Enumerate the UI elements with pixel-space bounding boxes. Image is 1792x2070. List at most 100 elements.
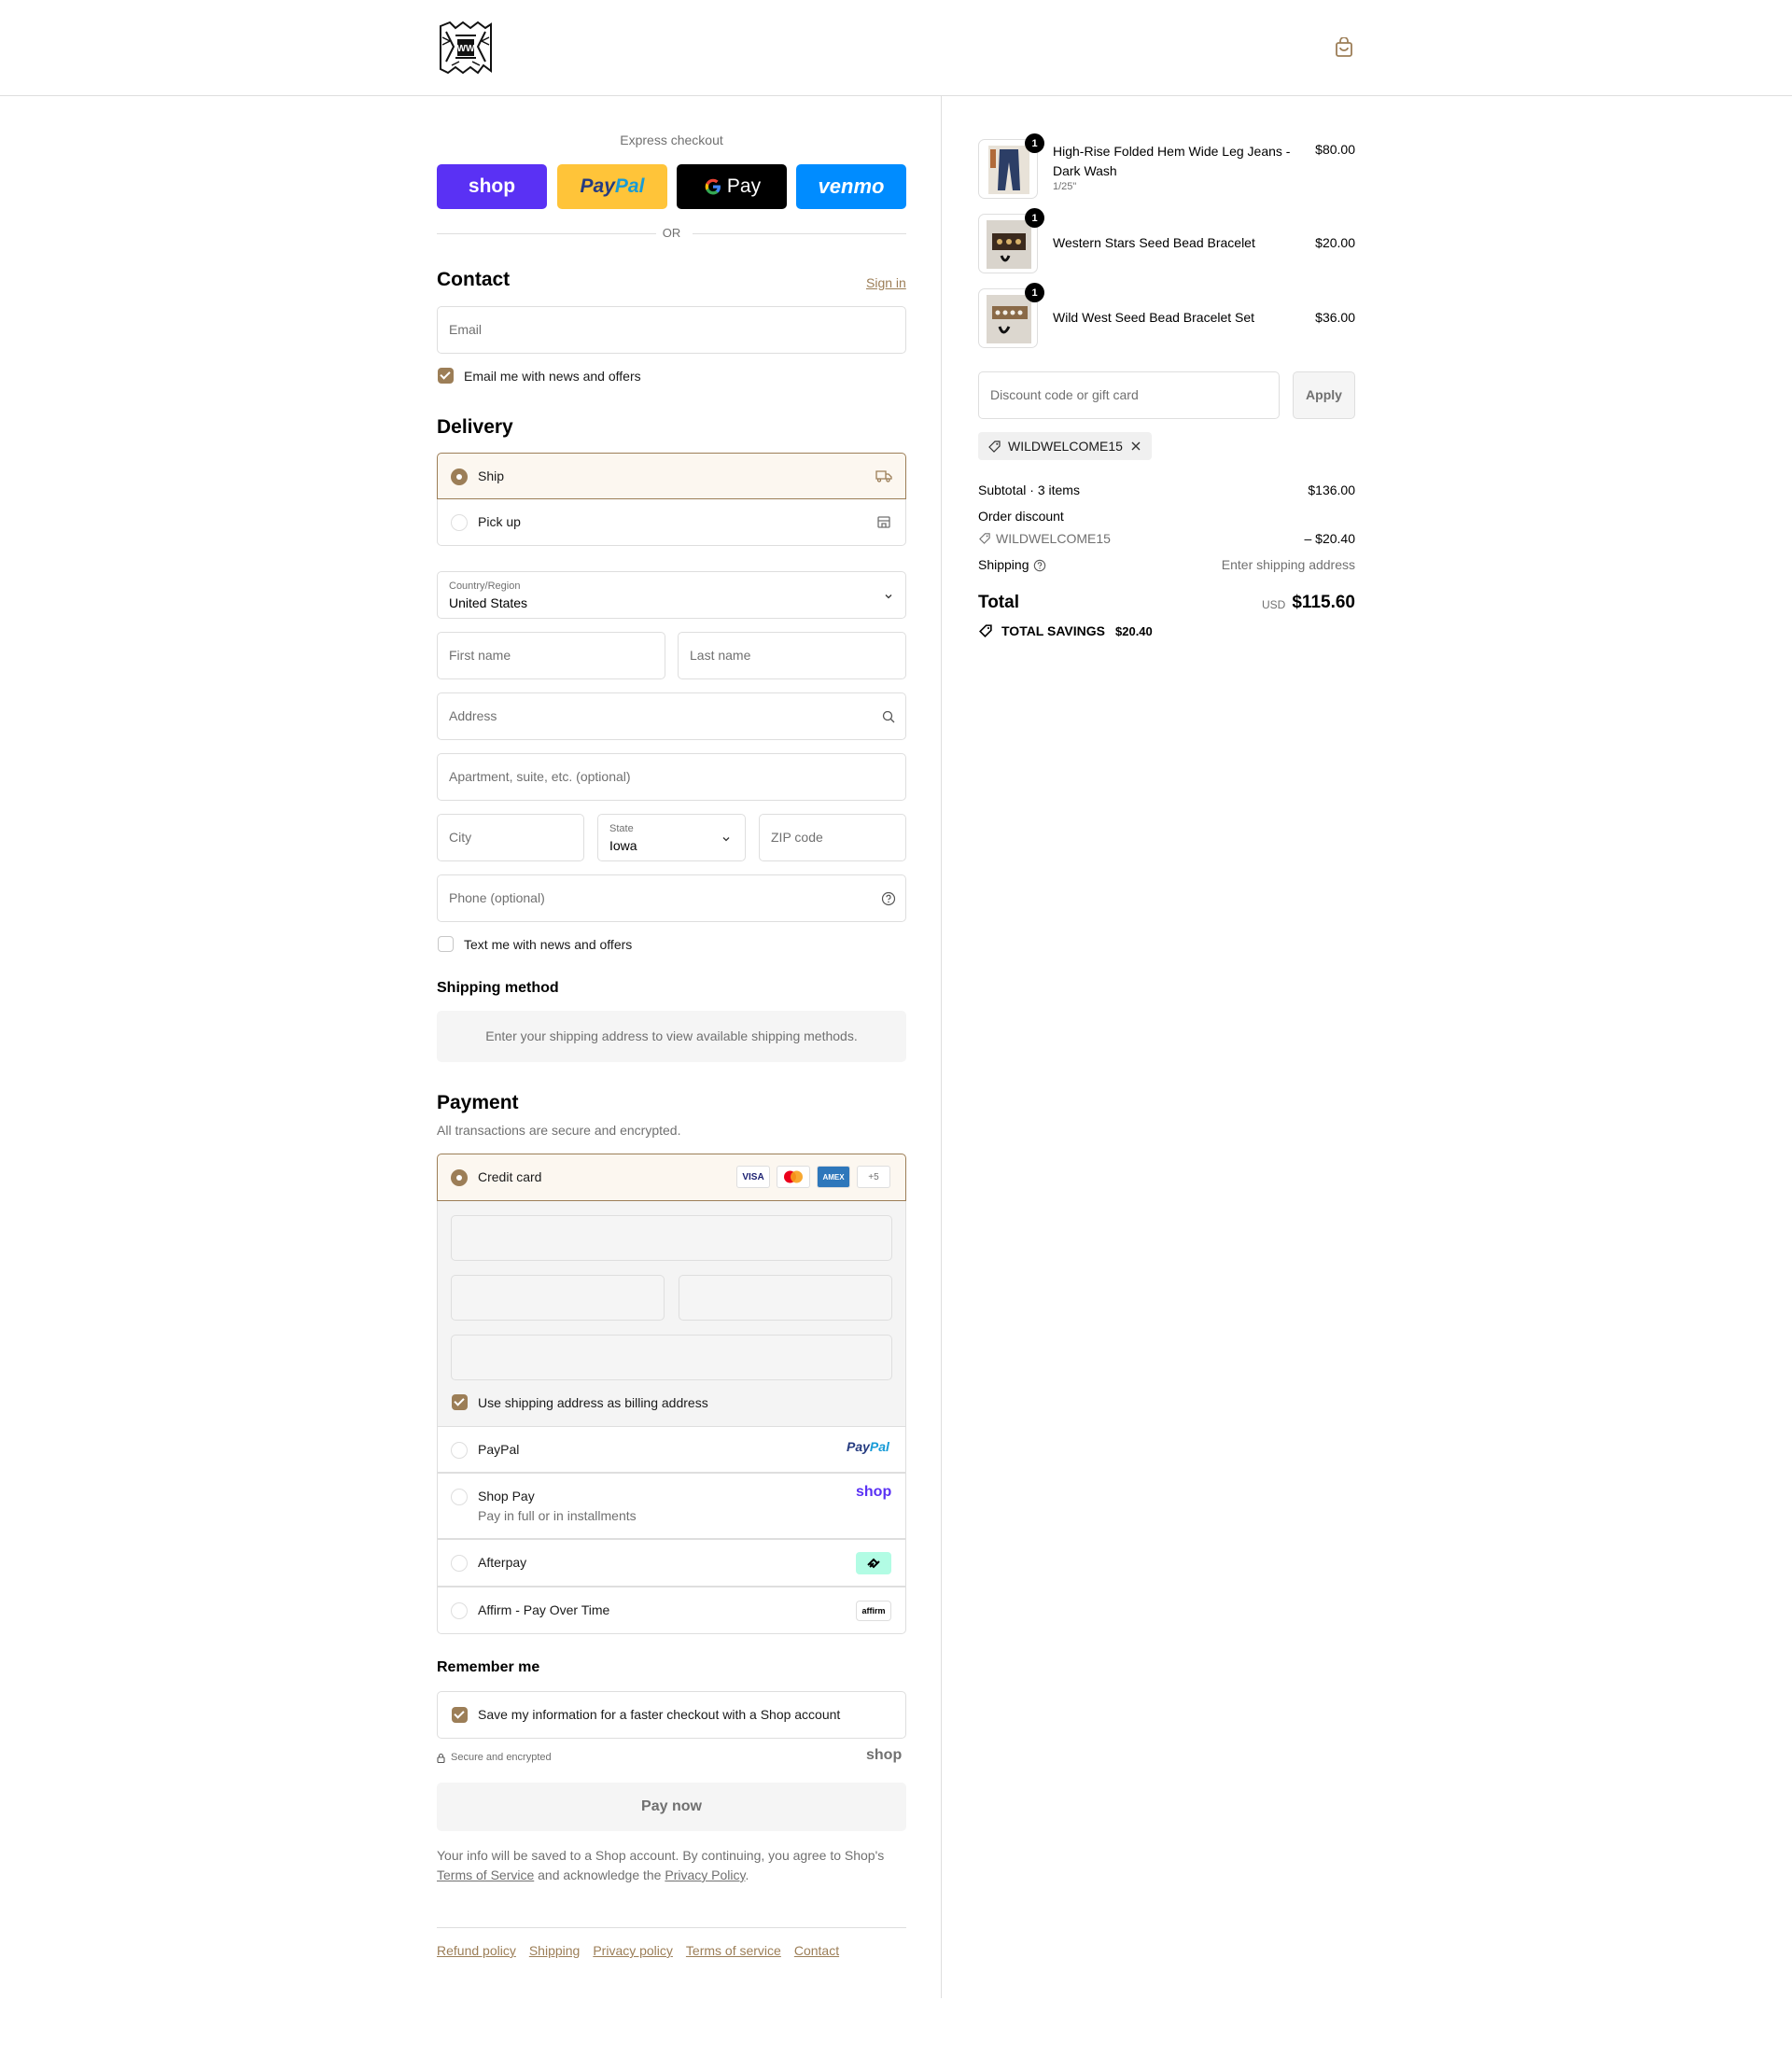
legal-line: Your info will be saved to a Shop accoun… — [437, 1848, 885, 1863]
email-news-label: Email me with news and offers — [464, 369, 641, 384]
more-cards-badge: +5 — [857, 1166, 890, 1188]
paypal-option-label: PayPal — [478, 1442, 520, 1457]
sign-in-link[interactable]: Sign in — [866, 275, 906, 290]
state-label: State — [609, 823, 634, 834]
header: WW — [0, 0, 1792, 96]
credit-card-radio[interactable] — [451, 1169, 468, 1186]
payment-heading: Payment — [437, 1092, 519, 1113]
privacy-policy-link[interactable]: Privacy Policy — [665, 1867, 745, 1882]
or-divider-left — [437, 233, 656, 234]
affirm-option[interactable]: Affirm - Pay Over Time affirm — [437, 1587, 906, 1634]
card-cvv-field[interactable] — [679, 1275, 892, 1321]
tag-icon — [979, 533, 990, 544]
ship-radio[interactable] — [451, 469, 468, 485]
pay-now-button[interactable]: Pay now — [437, 1783, 906, 1831]
afterpay-option[interactable]: Afterpay — [437, 1539, 906, 1587]
first-name-field[interactable]: First name — [437, 632, 665, 679]
savings-tag-icon — [979, 624, 992, 637]
text-news-checkbox[interactable] — [438, 936, 454, 952]
express-checkout-title: Express checkout — [620, 133, 723, 147]
discount-code-line: WILDWELCOME15 — [996, 531, 1111, 546]
email-news-checkbox[interactable] — [438, 368, 454, 384]
save-info-label: Save my information for a faster checkou… — [478, 1707, 841, 1722]
phone-placeholder: Phone (optional) — [449, 890, 545, 905]
help-circle-icon[interactable] — [881, 891, 896, 906]
help-circle-icon[interactable] — [1033, 559, 1046, 572]
legal-text: Your info will be saved to a Shop accoun… — [437, 1846, 906, 1885]
shipping-value: Enter shipping address — [1221, 557, 1355, 572]
venmo-express-button[interactable]: venmo — [796, 164, 906, 209]
affirm-radio[interactable] — [451, 1602, 468, 1619]
shipping-link[interactable]: Shipping — [529, 1943, 581, 1958]
card-number-field[interactable] — [451, 1215, 892, 1261]
shop-pay-logo: shop — [856, 1484, 892, 1500]
ship-option[interactable]: Ship — [437, 453, 906, 499]
quantity-badge: 1 — [1025, 133, 1044, 153]
paypal-express-button[interactable]: PayPal — [557, 164, 667, 209]
last-name-field[interactable]: Last name — [678, 632, 906, 679]
shopping-bag-icon[interactable] — [1335, 36, 1353, 58]
city-placeholder: City — [449, 830, 472, 845]
quantity-badge: 1 — [1025, 283, 1044, 302]
afterpay-option-label: Afterpay — [478, 1555, 527, 1570]
privacy-policy-footer-link[interactable]: Privacy policy — [593, 1943, 673, 1958]
close-icon[interactable] — [1130, 441, 1141, 452]
column-divider — [941, 96, 942, 1998]
save-info-checkbox[interactable] — [452, 1707, 468, 1723]
zip-field[interactable]: ZIP code — [759, 814, 906, 861]
first-name-placeholder: First name — [449, 648, 511, 663]
shop-pay-option[interactable]: Shop Pay Pay in full or in installments … — [437, 1473, 906, 1539]
email-field[interactable]: Email — [437, 306, 906, 354]
country-select[interactable]: Country/Region United States — [437, 571, 906, 619]
discount-code-placeholder: Discount code or gift card — [990, 387, 1139, 402]
cart-item-name: Wild West Seed Bead Bracelet Set — [1053, 310, 1255, 325]
refund-policy-link[interactable]: Refund policy — [437, 1943, 516, 1958]
or-label: OR — [662, 226, 681, 240]
pickup-option[interactable]: Pick up — [437, 499, 906, 546]
order-discount-label: Order discount — [978, 509, 1064, 524]
subtotal-label: Subtotal · 3 items — [978, 483, 1080, 497]
paypal-logo: PayPal — [847, 1439, 889, 1454]
address-field[interactable]: Address — [437, 692, 906, 740]
paypal-logo: PayPal — [580, 175, 645, 197]
billing-address-label: Use shipping address as billing address — [478, 1395, 708, 1410]
cart-item-name: High-Rise Folded Hem Wide Leg Jeans - Da… — [1053, 142, 1295, 181]
shipping-label: Shipping — [978, 557, 1029, 572]
shop-pay-express-button[interactable]: shop — [437, 164, 547, 209]
search-icon — [882, 710, 895, 723]
state-select[interactable]: State Iowa — [597, 814, 746, 861]
terms-of-service-footer-link[interactable]: Terms of service — [686, 1943, 781, 1958]
cart-item-name: Western Stars Seed Bead Bracelet — [1053, 235, 1255, 250]
store-icon — [877, 516, 890, 528]
paypal-radio[interactable] — [451, 1442, 468, 1459]
apartment-field[interactable]: Apartment, suite, etc. (optional) — [437, 753, 906, 801]
afterpay-icon — [856, 1552, 891, 1574]
contact-link[interactable]: Contact — [794, 1943, 839, 1958]
discount-code-field[interactable]: Discount code or gift card — [978, 371, 1280, 419]
google-pay-express-button[interactable]: Pay — [677, 164, 787, 209]
total-label: Total — [978, 593, 1019, 612]
city-field[interactable]: City — [437, 814, 584, 861]
applied-discount-tag: WILDWELCOME15 — [978, 432, 1152, 460]
card-name-field[interactable] — [451, 1335, 892, 1380]
remember-me-heading: Remember me — [437, 1659, 540, 1675]
shipping-method-heading: Shipping method — [437, 980, 559, 996]
google-pay-logo: Pay — [703, 175, 761, 198]
card-expiry-field[interactable] — [451, 1275, 665, 1321]
shop-pay-option-label: Shop Pay — [478, 1489, 535, 1504]
cart-item-name-line: High-Rise Folded Hem Wide Leg Jeans - — [1053, 144, 1291, 159]
afterpay-radio[interactable] — [451, 1555, 468, 1572]
billing-address-checkbox[interactable] — [452, 1394, 468, 1410]
svg-text:WW: WW — [457, 44, 475, 54]
affirm-option-label: Affirm - Pay Over Time — [478, 1602, 610, 1617]
venmo-logo: venmo — [818, 175, 885, 198]
contact-heading: Contact — [437, 269, 511, 290]
shop-pay-radio[interactable] — [451, 1489, 468, 1505]
pickup-radio[interactable] — [451, 514, 468, 531]
save-info-option[interactable]: Save my information for a faster checkou… — [437, 1691, 906, 1739]
store-logo[interactable]: WW — [437, 19, 495, 77]
terms-of-service-link[interactable]: Terms of Service — [437, 1867, 534, 1882]
paypal-option[interactable]: PayPal PayPal — [437, 1426, 906, 1473]
apply-button[interactable]: Apply — [1293, 371, 1355, 419]
phone-field[interactable]: Phone (optional) — [437, 874, 906, 922]
